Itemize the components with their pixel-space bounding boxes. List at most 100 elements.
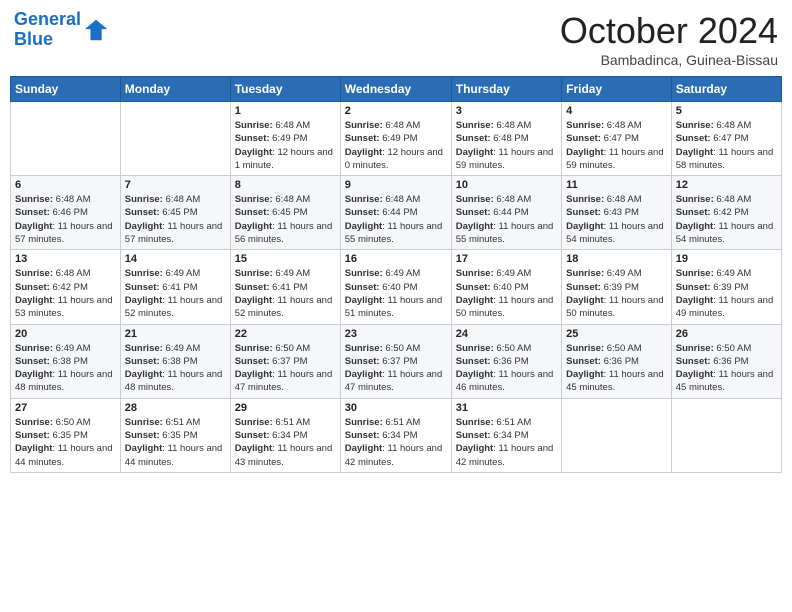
calendar-cell: 13 Sunrise: 6:48 AMSunset: 6:42 PMDayligh…: [11, 250, 121, 324]
calendar-cell: 10 Sunrise: 6:48 AMSunset: 6:44 PMDayligh…: [451, 176, 561, 250]
calendar-cell: 6Sunrise: 6:48 AMSunset: 6:46 PMDaylight…: [11, 176, 121, 250]
calendar-cell: 22 Sunrise: 6:50 AMSunset: 6:37 PMDayligh…: [230, 324, 340, 398]
calendar-cell: 12 Sunrise: 6:48 AMSunset: 6:42 PMDayligh…: [671, 176, 781, 250]
day-info: Sunrise: 6:48 AMSunset: 6:44 PMDaylight:…: [456, 193, 557, 246]
logo-text: GeneralBlue: [14, 10, 81, 50]
calendar-cell: 25 Sunrise: 6:50 AMSunset: 6:36 PMDayligh…: [562, 324, 672, 398]
day-info: Sunrise: 6:51 AMSunset: 6:34 PMDaylight:…: [456, 416, 557, 469]
calendar-cell: 15Sunrise: 6:49 AMSunset: 6:41 PMDayligh…: [230, 250, 340, 324]
calendar-cell: 24 Sunrise: 6:50 AMSunset: 6:36 PMDayligh…: [451, 324, 561, 398]
day-info: Sunrise: 6:50 AMSunset: 6:35 PMDaylight:…: [15, 416, 116, 469]
day-info: Sunrise: 6:48 AMSunset: 6:45 PMDaylight:…: [125, 193, 226, 246]
day-info: Sunrise: 6:50 AMSunset: 6:37 PMDaylight:…: [345, 342, 447, 395]
day-info: Sunrise: 6:48 AMSunset: 6:47 PMDaylight:…: [566, 119, 667, 172]
calendar-cell: 14 Sunrise: 6:49 AMSunset: 6:41 PMDayligh…: [120, 250, 230, 324]
day-number: 22: [235, 328, 336, 340]
day-info: Sunrise: 6:51 AMSunset: 6:34 PMDaylight:…: [345, 416, 447, 469]
calendar-cell: 27 Sunrise: 6:50 AMSunset: 6:35 PMDayligh…: [11, 398, 121, 472]
logo: GeneralBlue: [14, 10, 111, 50]
day-info: Sunrise: 6:48 AMSunset: 6:49 PMDaylight:…: [345, 119, 447, 172]
day-number: 16: [345, 253, 447, 265]
day-number: 5: [676, 105, 777, 117]
calendar-cell: 21 Sunrise: 6:49 AMSunset: 6:38 PMDayligh…: [120, 324, 230, 398]
calendar-cell: 17Sunrise: 6:49 AMSunset: 6:40 PMDayligh…: [451, 250, 561, 324]
calendar-week-row: 27 Sunrise: 6:50 AMSunset: 6:35 PMDayligh…: [11, 398, 782, 472]
day-info: Sunrise: 6:51 AMSunset: 6:35 PMDaylight:…: [125, 416, 226, 469]
day-number: 20: [15, 328, 116, 340]
day-info: Sunrise: 6:49 AMSunset: 6:40 PMDaylight:…: [345, 267, 447, 320]
day-number: 24: [456, 328, 557, 340]
day-number: 10: [456, 179, 557, 191]
day-number: 9: [345, 179, 447, 191]
calendar-week-row: 6Sunrise: 6:48 AMSunset: 6:46 PMDaylight…: [11, 176, 782, 250]
logo-icon: [83, 16, 111, 44]
day-number: 19: [676, 253, 777, 265]
calendar-cell: 29 Sunrise: 6:51 AMSunset: 6:34 PMDayligh…: [230, 398, 340, 472]
day-number: 3: [456, 105, 557, 117]
calendar-header-row: SundayMondayTuesdayWednesdayThursdayFrid…: [11, 77, 782, 102]
day-info: Sunrise: 6:49 AMSunset: 6:39 PMDaylight:…: [676, 267, 777, 320]
day-info: Sunrise: 6:48 AMSunset: 6:48 PMDaylight:…: [456, 119, 557, 172]
day-number: 17: [456, 253, 557, 265]
day-number: 12: [676, 179, 777, 191]
calendar-table: SundayMondayTuesdayWednesdayThursdayFrid…: [10, 76, 782, 473]
calendar-cell: 26 Sunrise: 6:50 AMSunset: 6:36 PMDayligh…: [671, 324, 781, 398]
day-info: Sunrise: 6:50 AMSunset: 6:36 PMDaylight:…: [566, 342, 667, 395]
day-number: 30: [345, 402, 447, 414]
calendar-cell: 2Sunrise: 6:48 AMSunset: 6:49 PMDaylight…: [340, 102, 451, 176]
day-info: Sunrise: 6:48 AMSunset: 6:47 PMDaylight:…: [676, 119, 777, 172]
column-header-thursday: Thursday: [451, 77, 561, 102]
calendar-cell: 5 Sunrise: 6:48 AMSunset: 6:47 PMDaylight…: [671, 102, 781, 176]
day-number: 14: [125, 253, 226, 265]
day-info: Sunrise: 6:48 AMSunset: 6:46 PMDaylight:…: [15, 193, 116, 246]
day-number: 31: [456, 402, 557, 414]
column-header-tuesday: Tuesday: [230, 77, 340, 102]
calendar-cell: 7 Sunrise: 6:48 AMSunset: 6:45 PMDaylight…: [120, 176, 230, 250]
calendar-cell: [11, 102, 121, 176]
calendar-week-row: 20 Sunrise: 6:49 AMSunset: 6:38 PMDayligh…: [11, 324, 782, 398]
calendar-cell: 18Sunrise: 6:49 AMSunset: 6:39 PMDayligh…: [562, 250, 672, 324]
calendar-week-row: 13 Sunrise: 6:48 AMSunset: 6:42 PMDayligh…: [11, 250, 782, 324]
location: Bambadinca, Guinea-Bissau: [560, 52, 778, 68]
day-number: 4: [566, 105, 667, 117]
calendar-cell: 1Sunrise: 6:48 AMSunset: 6:49 PMDaylight…: [230, 102, 340, 176]
page-header: GeneralBlue October 2024 Bambadinca, Gui…: [10, 10, 782, 68]
day-number: 28: [125, 402, 226, 414]
day-number: 27: [15, 402, 116, 414]
day-number: 25: [566, 328, 667, 340]
day-info: Sunrise: 6:49 AMSunset: 6:38 PMDaylight:…: [125, 342, 226, 395]
day-info: Sunrise: 6:48 AMSunset: 6:42 PMDaylight:…: [15, 267, 116, 320]
day-info: Sunrise: 6:49 AMSunset: 6:41 PMDaylight:…: [125, 267, 226, 320]
calendar-cell: 3 Sunrise: 6:48 AMSunset: 6:48 PMDaylight…: [451, 102, 561, 176]
day-info: Sunrise: 6:50 AMSunset: 6:36 PMDaylight:…: [676, 342, 777, 395]
day-info: Sunrise: 6:48 AMSunset: 6:43 PMDaylight:…: [566, 193, 667, 246]
calendar-cell: 31 Sunrise: 6:51 AMSunset: 6:34 PMDayligh…: [451, 398, 561, 472]
column-header-sunday: Sunday: [11, 77, 121, 102]
day-number: 29: [235, 402, 336, 414]
day-number: 13: [15, 253, 116, 265]
column-header-monday: Monday: [120, 77, 230, 102]
calendar-cell: 4 Sunrise: 6:48 AMSunset: 6:47 PMDaylight…: [562, 102, 672, 176]
column-header-saturday: Saturday: [671, 77, 781, 102]
calendar-cell: 30 Sunrise: 6:51 AMSunset: 6:34 PMDayligh…: [340, 398, 451, 472]
title-block: October 2024 Bambadinca, Guinea-Bissau: [560, 10, 778, 68]
day-info: Sunrise: 6:49 AMSunset: 6:39 PMDaylight:…: [566, 267, 667, 320]
calendar-cell: 16 Sunrise: 6:49 AMSunset: 6:40 PMDayligh…: [340, 250, 451, 324]
column-header-friday: Friday: [562, 77, 672, 102]
column-header-wednesday: Wednesday: [340, 77, 451, 102]
calendar-cell: [671, 398, 781, 472]
day-number: 21: [125, 328, 226, 340]
day-number: 7: [125, 179, 226, 191]
calendar-cell: [120, 102, 230, 176]
calendar-cell: [562, 398, 672, 472]
calendar-cell: 28 Sunrise: 6:51 AMSunset: 6:35 PMDayligh…: [120, 398, 230, 472]
day-info: Sunrise: 6:48 AMSunset: 6:44 PMDaylight:…: [345, 193, 447, 246]
calendar-cell: 11Sunrise: 6:48 AMSunset: 6:43 PMDayligh…: [562, 176, 672, 250]
day-number: 26: [676, 328, 777, 340]
day-info: Sunrise: 6:48 AMSunset: 6:42 PMDaylight:…: [676, 193, 777, 246]
day-info: Sunrise: 6:50 AMSunset: 6:36 PMDaylight:…: [456, 342, 557, 395]
calendar-cell: 20Sunrise: 6:49 AMSunset: 6:38 PMDayligh…: [11, 324, 121, 398]
day-info: Sunrise: 6:50 AMSunset: 6:37 PMDaylight:…: [235, 342, 336, 395]
day-info: Sunrise: 6:48 AMSunset: 6:45 PMDaylight:…: [235, 193, 336, 246]
day-info: Sunrise: 6:51 AMSunset: 6:34 PMDaylight:…: [235, 416, 336, 469]
